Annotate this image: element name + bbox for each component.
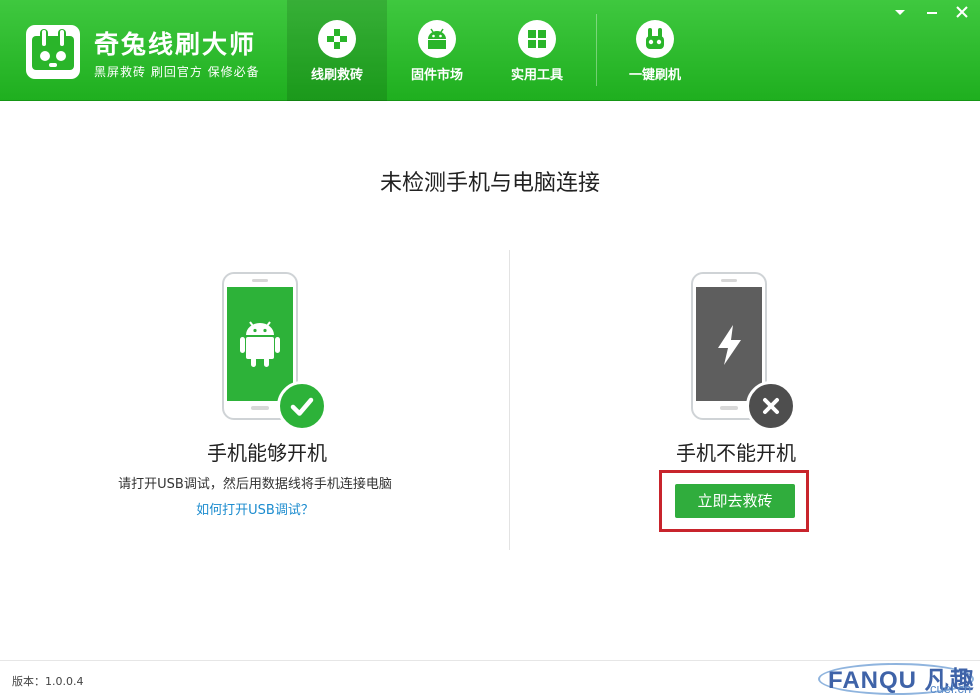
rescue-now-button[interactable]: 立即去救砖 bbox=[675, 484, 795, 518]
watermark-site: cuel.cn bbox=[930, 681, 972, 696]
app-title: 奇兔线刷大师 bbox=[94, 30, 257, 59]
triangle-down-icon[interactable] bbox=[888, 2, 912, 22]
rabbit-icon bbox=[636, 20, 674, 58]
nav-tab-one-click-flash[interactable]: 一键刷机 bbox=[605, 0, 705, 101]
nav-tab-utilities[interactable]: 实用工具 bbox=[487, 0, 587, 101]
nav-tab-firmware-market[interactable]: 固件市场 bbox=[387, 0, 487, 101]
phone-home-button bbox=[251, 406, 269, 410]
android-head-icon bbox=[418, 20, 456, 58]
plus-cross-icon bbox=[318, 20, 356, 58]
phone-speaker bbox=[721, 279, 737, 282]
nav-tab-flash-rescue[interactable]: 线刷救砖 bbox=[287, 0, 387, 101]
page-title: 未检测手机与电脑连接 bbox=[379, 171, 600, 196]
phone-home-button bbox=[720, 406, 738, 410]
nav-label: 固件市场 bbox=[410, 68, 463, 83]
minimize-icon[interactable] bbox=[920, 2, 944, 22]
phone-speaker bbox=[252, 279, 268, 282]
nav-label: 实用工具 bbox=[510, 68, 563, 83]
windows-grid-icon bbox=[518, 20, 556, 58]
cannot-boot-heading: 手机不能开机 bbox=[676, 441, 796, 465]
nav-divider bbox=[596, 14, 597, 86]
close-icon[interactable] bbox=[950, 2, 974, 22]
rabbit-logo-icon bbox=[26, 25, 80, 79]
usb-debug-help-link[interactable]: 如何打开USB调试？ bbox=[0, 502, 510, 520]
check-icon bbox=[277, 381, 327, 431]
nav-label: 线刷救砖 bbox=[310, 68, 363, 83]
status-bar: 版本：1.0.0.4 FANQU 凡趣 cuel.cn bbox=[0, 660, 980, 700]
nav-label: 一键刷机 bbox=[628, 68, 681, 83]
app-slogan: 黑屏救砖 刷回官方 保修必备 bbox=[94, 65, 260, 79]
title-bar: 奇兔线刷大师 黑屏救砖 刷回官方 保修必备 线刷救砖 固件市场 实用工具 一键刷… bbox=[0, 0, 980, 101]
usb-debug-instruction: 请打开USB调试，然后用数据线将手机连接电脑 bbox=[118, 477, 392, 492]
can-boot-heading: 手机能够开机 bbox=[207, 441, 327, 465]
version-label: 版本：1.0.0.4 bbox=[12, 675, 84, 688]
x-icon bbox=[746, 381, 796, 431]
